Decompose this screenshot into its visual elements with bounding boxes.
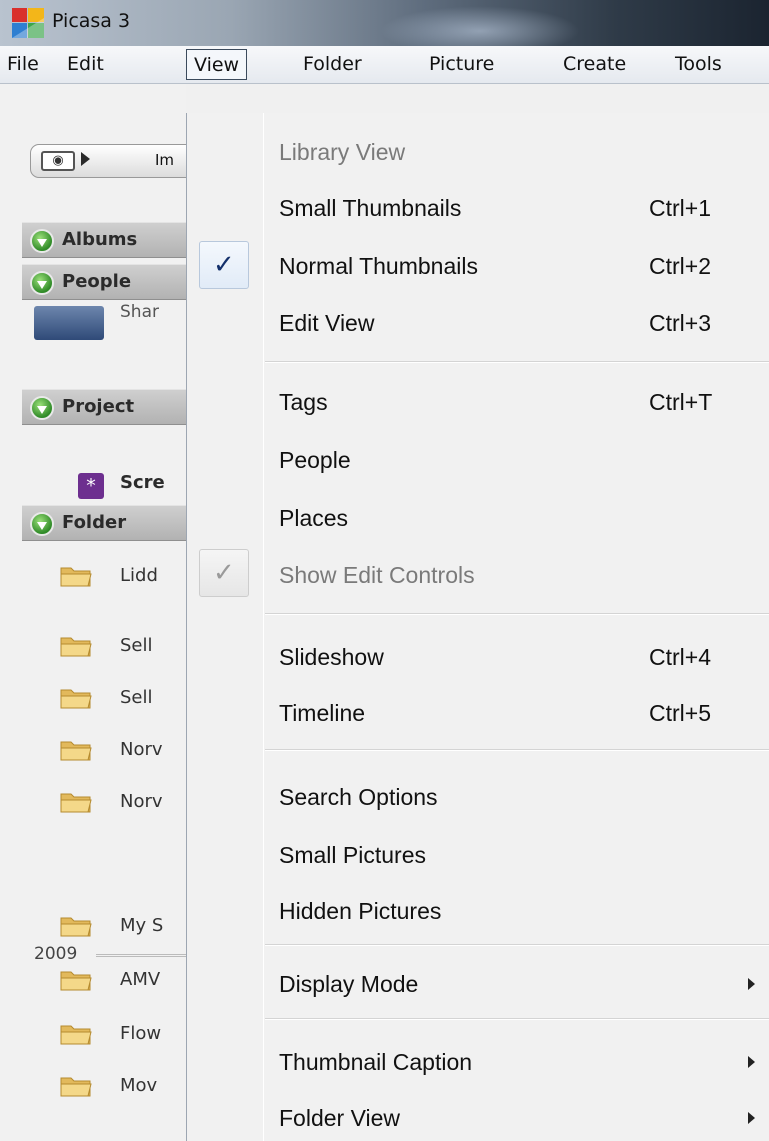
collapse-arrow-icon[interactable]: [30, 396, 54, 420]
menu-item-hidden-pictures[interactable]: Hidden Pictures: [187, 886, 769, 938]
menu-item-label: People: [279, 447, 351, 473]
section-folders-label: Folder: [62, 512, 127, 533]
menu-item-display-mode[interactable]: Display Mode: [187, 959, 769, 1011]
import-button[interactable]: ◉ Im: [30, 144, 200, 178]
menu-picture[interactable]: Picture: [422, 49, 501, 80]
view-menu-dropdown: Library View Small Thumbnails Ctrl+1 ✓ N…: [186, 113, 769, 1141]
camera-icon: ◉: [41, 151, 75, 171]
menu-separator: [265, 1018, 769, 1020]
menu-separator: [265, 944, 769, 946]
section-people[interactable]: People: [22, 264, 202, 300]
menu-item-label: Timeline: [279, 700, 366, 726]
submenu-arrow-icon: [748, 1112, 755, 1124]
folder-label: Norv: [120, 791, 163, 812]
menu-item-label: Small Pictures: [279, 842, 426, 868]
person-face-thumbnail[interactable]: [34, 306, 104, 340]
section-people-label: People: [62, 271, 132, 292]
folder-icon: [60, 689, 92, 709]
submenu-arrow-icon: [748, 978, 755, 990]
menu-tools[interactable]: Tools: [668, 49, 729, 80]
menu-item-small-pictures[interactable]: Small Pictures: [187, 830, 769, 882]
library-sidebar: ◉ Im Albums People Shar Project * Scre F…: [0, 84, 202, 1141]
section-albums-label: Albums: [62, 229, 138, 250]
folder-label: Mov: [120, 1075, 158, 1096]
menu-item-people[interactable]: People: [187, 435, 769, 487]
play-arrow-icon: [81, 152, 90, 166]
menu-item-shortcut: Ctrl+3: [649, 310, 711, 336]
collapse-arrow-icon[interactable]: [30, 229, 54, 253]
folder-label: My S: [120, 915, 164, 936]
menu-separator: [265, 749, 769, 751]
menu-file[interactable]: File: [0, 49, 46, 80]
menu-separator: [265, 361, 769, 363]
folder-icon: [60, 1077, 92, 1097]
folder-icon: [60, 971, 92, 991]
folder-label: Flow: [120, 1023, 162, 1044]
menu-item-label: Hidden Pictures: [279, 898, 442, 924]
menu-folder[interactable]: Folder: [296, 49, 369, 80]
folder-icon: [60, 741, 92, 761]
menu-item-label: Search Options: [279, 784, 438, 810]
menu-item-shortcut: Ctrl+5: [649, 700, 711, 726]
menu-item-tags[interactable]: Tags Ctrl+T: [187, 377, 769, 429]
menu-item-label: Slideshow: [279, 644, 384, 670]
menu-item-folder-view[interactable]: Folder View: [187, 1093, 769, 1141]
menu-item-label: Display Mode: [279, 971, 419, 997]
menu-item-label: Normal Thumbnails: [279, 253, 478, 279]
menu-item-edit-view[interactable]: Edit View Ctrl+3: [187, 298, 769, 350]
menu-item-label: Edit View: [279, 310, 375, 336]
menu-item-thumbnail-caption[interactable]: Thumbnail Caption: [187, 1037, 769, 1089]
collapse-arrow-icon[interactable]: [30, 271, 54, 295]
project-item-label[interactable]: Scre: [120, 472, 165, 493]
section-projects[interactable]: Project: [22, 389, 202, 425]
menu-item-shortcut: Ctrl+4: [649, 644, 711, 670]
folder-icon: [60, 917, 92, 937]
year-divider-label: 2009: [34, 944, 78, 964]
menu-item-shortcut: Ctrl+1: [649, 195, 711, 221]
folder-icon: [60, 637, 92, 657]
menu-item-label: Tags: [279, 389, 328, 415]
folder-icon: [60, 567, 92, 587]
folder-label: Sell: [120, 687, 153, 708]
menu-create[interactable]: Create: [556, 49, 633, 80]
folder-label: Lidd: [120, 565, 158, 586]
person-name[interactable]: Shar: [120, 302, 159, 322]
title-bar: Picasa 3: [0, 0, 769, 56]
menu-item-slideshow[interactable]: Slideshow Ctrl+4: [187, 632, 769, 684]
section-folders[interactable]: Folder: [22, 505, 202, 541]
menu-item-library-view: Library View: [187, 127, 769, 179]
section-projects-label: Project: [62, 396, 135, 417]
import-button-label: Im: [155, 151, 175, 169]
menu-item-label: Small Thumbnails: [279, 195, 462, 221]
menu-item-places[interactable]: Places: [187, 493, 769, 545]
section-albums[interactable]: Albums: [22, 222, 202, 258]
year-divider-line: [96, 954, 186, 957]
menu-bar: File Edit View Folder Picture Create Too…: [0, 46, 769, 84]
menu-item-search-options[interactable]: Search Options: [187, 772, 769, 824]
folder-label: AMV: [120, 969, 161, 990]
folder-label: Norv: [120, 739, 163, 760]
menu-item-timeline[interactable]: Timeline Ctrl+5: [187, 688, 769, 740]
window-title: Picasa 3: [52, 10, 131, 32]
menu-view[interactable]: View: [186, 49, 248, 80]
folder-icon: [60, 793, 92, 813]
menu-item-label: Thumbnail Caption: [279, 1049, 473, 1075]
menu-edit[interactable]: Edit: [60, 49, 111, 80]
menu-item-small-thumbnails[interactable]: Small Thumbnails Ctrl+1: [187, 183, 769, 235]
menu-item-shortcut: Ctrl+2: [649, 253, 711, 279]
menu-item-normal-thumbnails[interactable]: Normal Thumbnails Ctrl+2: [187, 241, 769, 293]
menu-item-label: Show Edit Controls: [279, 562, 475, 588]
menu-separator: [265, 613, 769, 615]
collapse-arrow-icon[interactable]: [30, 512, 54, 536]
menu-item-show-edit-controls: Show Edit Controls: [187, 550, 769, 602]
menu-item-label: Folder View: [279, 1105, 401, 1131]
menu-item-label: Library View: [279, 139, 406, 165]
menu-item-label: Places: [279, 505, 349, 531]
folder-icon: [60, 1025, 92, 1045]
picasa-logo-icon: [12, 8, 44, 38]
menu-item-shortcut: Ctrl+T: [649, 389, 713, 415]
submenu-arrow-icon: [748, 1056, 755, 1068]
folder-label: Sell: [120, 635, 153, 656]
screensaver-project-icon: *: [78, 473, 104, 499]
